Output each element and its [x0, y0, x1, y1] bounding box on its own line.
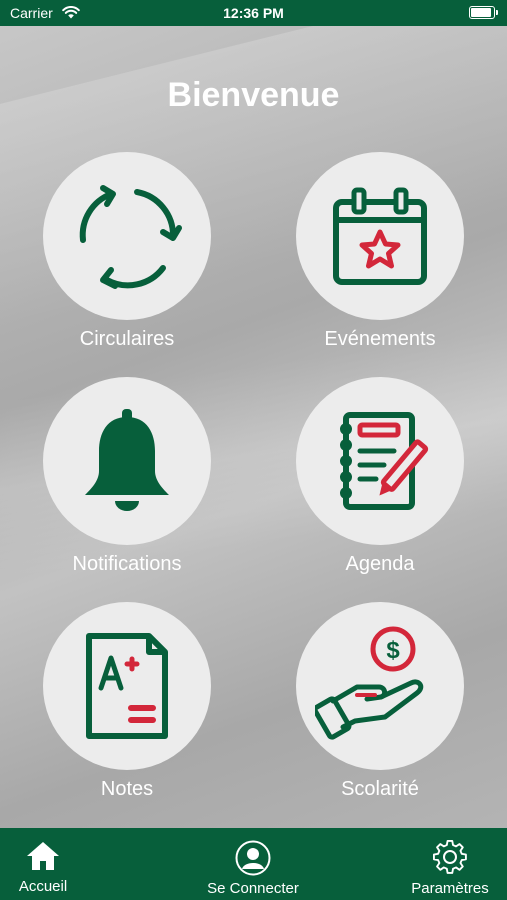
- user-icon: [235, 840, 271, 876]
- status-bar: Carrier 12:36 PM: [0, 0, 507, 26]
- grade-report-icon: [86, 633, 168, 739]
- svg-text:$: $: [386, 637, 400, 664]
- tile-label: Evénements: [324, 328, 436, 350]
- tile-scolarite[interactable]: $ Scolarité: [260, 602, 500, 801]
- tile-circle[interactable]: [296, 152, 464, 320]
- tile-circle[interactable]: $: [296, 602, 464, 770]
- tab-se-connecter[interactable]: Se Connecter: [193, 840, 313, 897]
- tile-label: Notifications: [72, 553, 182, 575]
- battery-icon: [469, 6, 498, 19]
- recycle-arrows-icon: [79, 185, 182, 289]
- app-screen: Carrier 12:36 PM Bienvenue Circulaires E…: [0, 0, 507, 900]
- tile-notes[interactable]: Notes: [7, 602, 247, 801]
- tile-circle[interactable]: [43, 152, 211, 320]
- notebook-pencil-icon: [340, 412, 429, 510]
- hand-coin-icon: $: [315, 626, 424, 740]
- tile-agenda[interactable]: Agenda: [260, 377, 500, 576]
- tab-parametres[interactable]: Paramètres: [400, 840, 500, 897]
- tile-label: Notes: [100, 778, 154, 800]
- gear-icon: [433, 840, 467, 874]
- bell-icon: [85, 409, 169, 511]
- tile-label: Circulaires: [79, 328, 175, 350]
- tile-circulaires[interactable]: Circulaires: [7, 152, 247, 351]
- tab-bar: Accueil Se Connecter Paramètres: [0, 828, 507, 900]
- tile-notifications[interactable]: Notifications: [7, 377, 247, 576]
- tile-evenements[interactable]: Evénements: [260, 152, 500, 351]
- tile-label: Agenda: [345, 553, 415, 575]
- tab-label: Paramètres: [411, 880, 489, 897]
- calendar-star-icon: [333, 187, 427, 285]
- clock: 12:36 PM: [223, 5, 284, 21]
- tab-accueil[interactable]: Accueil: [8, 840, 78, 895]
- tile-circle[interactable]: [296, 377, 464, 545]
- tile-circle[interactable]: [43, 377, 211, 545]
- home-icon: [27, 842, 59, 870]
- tab-label: Se Connecter: [207, 880, 299, 897]
- tab-label: Accueil: [18, 878, 68, 895]
- page-title: Bienvenue: [167, 76, 340, 114]
- tile-label: Scolarité: [341, 778, 419, 800]
- tile-circle[interactable]: [43, 602, 211, 770]
